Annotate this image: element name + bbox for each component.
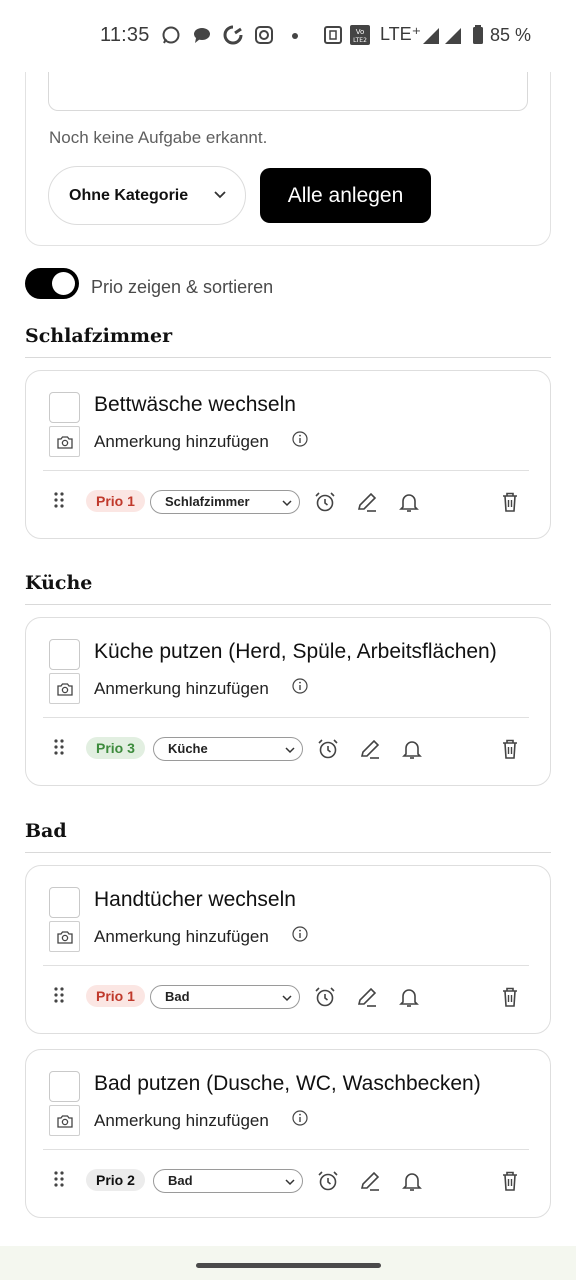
bell-icon[interactable] xyxy=(397,985,421,1009)
drag-handle-icon[interactable] xyxy=(54,1171,64,1187)
category-select[interactable]: Ohne Kategorie xyxy=(48,166,246,225)
signal-icon xyxy=(423,28,439,44)
info-icon[interactable] xyxy=(292,431,308,447)
card-divider xyxy=(43,717,529,718)
task-category-value: Schlafzimmer xyxy=(165,494,250,509)
task-card: Bettwäsche wechseln Anmerkung hinzufügen… xyxy=(25,370,551,539)
svg-text:LTE2: LTE2 xyxy=(353,37,367,44)
task-category-select[interactable]: Bad xyxy=(150,985,300,1009)
card-divider xyxy=(43,470,529,471)
recognition-hint: Noch keine Aufgabe erkannt. xyxy=(49,128,268,147)
dot-icon xyxy=(292,33,298,39)
alarm-icon[interactable] xyxy=(313,490,337,514)
camera-icon xyxy=(56,930,73,944)
section-title-bad: Bad xyxy=(25,820,67,842)
camera-button[interactable] xyxy=(49,673,80,704)
prio-badge[interactable]: Prio 1 xyxy=(86,985,145,1007)
section-divider xyxy=(25,357,551,358)
camera-button[interactable] xyxy=(49,921,80,952)
prio-badge[interactable]: Prio 2 xyxy=(86,1169,145,1191)
network-type: LTE⁺ xyxy=(380,24,422,44)
prio-badge[interactable]: Prio 1 xyxy=(86,490,145,512)
instagram-icon xyxy=(255,26,273,44)
trash-icon[interactable] xyxy=(498,985,522,1009)
volte-icon: VoLTE2 xyxy=(350,25,370,45)
chevron-down-icon xyxy=(285,1179,295,1186)
task-category-select[interactable]: Bad xyxy=(153,1169,303,1193)
info-icon[interactable] xyxy=(292,926,308,942)
trash-icon[interactable] xyxy=(498,490,522,514)
task-category-select[interactable]: Küche xyxy=(153,737,303,761)
edit-icon[interactable] xyxy=(355,985,379,1009)
edit-icon[interactable] xyxy=(355,490,379,514)
trash-icon[interactable] xyxy=(498,1169,522,1193)
bell-icon[interactable] xyxy=(397,490,421,514)
create-all-button[interactable]: Alle anlegen xyxy=(260,168,431,223)
signal-icon-2 xyxy=(445,28,461,44)
info-icon[interactable] xyxy=(292,678,308,694)
task-card: Bad putzen (Dusche, WC, Waschbecken) Anm… xyxy=(25,1049,551,1218)
alarm-icon[interactable] xyxy=(313,985,337,1009)
drag-handle-icon[interactable] xyxy=(54,739,64,755)
task-category-select[interactable]: Schlafzimmer xyxy=(150,490,300,514)
task-category-value: Bad xyxy=(165,989,190,1004)
status-bar: 11:35 Vo LTE2 LTE⁺ 85 % xyxy=(0,0,576,72)
add-note-link[interactable]: Anmerkung hinzufügen xyxy=(94,1111,269,1131)
prio-badge[interactable]: Prio 3 xyxy=(86,737,145,759)
home-indicator[interactable] xyxy=(196,1263,381,1268)
info-icon[interactable] xyxy=(292,1110,308,1126)
sync-icon xyxy=(223,25,243,45)
camera-button[interactable] xyxy=(49,1105,80,1136)
section-divider xyxy=(25,852,551,853)
task-card: Küche putzen (Herd, Spüle, Arbeitsfläche… xyxy=(25,617,551,786)
drag-handle-icon[interactable] xyxy=(54,987,64,1003)
task-title[interactable]: Küche putzen (Herd, Spüle, Arbeitsfläche… xyxy=(94,640,497,664)
task-checkbox[interactable] xyxy=(49,392,80,423)
camera-icon xyxy=(56,682,73,696)
task-checkbox[interactable] xyxy=(49,1071,80,1102)
drag-handle-icon[interactable] xyxy=(54,492,64,508)
battery-icon xyxy=(473,25,483,44)
task-title[interactable]: Handtücher wechseln xyxy=(94,888,296,912)
add-note-link[interactable]: Anmerkung hinzufügen xyxy=(94,679,269,699)
camera-button[interactable] xyxy=(49,426,80,457)
toggle-knob xyxy=(52,272,75,295)
section-title-kueche: Küche xyxy=(25,572,93,594)
task-checkbox[interactable] xyxy=(49,887,80,918)
chat-icon xyxy=(194,28,210,43)
add-note-link[interactable]: Anmerkung hinzufügen xyxy=(94,927,269,947)
bell-icon[interactable] xyxy=(400,737,424,761)
section-title-schlafzimmer: Schlafzimmer xyxy=(25,325,173,347)
camera-icon xyxy=(56,1114,73,1128)
battery-percentage: 85 % xyxy=(490,25,532,45)
camera-icon xyxy=(56,435,73,449)
nfc-icon xyxy=(324,26,342,44)
alarm-icon[interactable] xyxy=(316,1169,340,1193)
bell-icon[interactable] xyxy=(400,1169,424,1193)
task-category-value: Bad xyxy=(168,1173,193,1188)
category-select-value: Ohne Kategorie xyxy=(69,186,189,204)
task-category-value: Küche xyxy=(168,741,208,756)
task-title[interactable]: Bad putzen (Dusche, WC, Waschbecken) xyxy=(94,1072,481,1096)
card-divider xyxy=(43,965,529,966)
edit-icon[interactable] xyxy=(358,1169,382,1193)
chevron-down-icon xyxy=(282,995,292,1002)
alarm-icon[interactable] xyxy=(316,737,340,761)
add-note-link[interactable]: Anmerkung hinzufügen xyxy=(94,432,269,452)
section-divider xyxy=(25,604,551,605)
svg-text:Vo: Vo xyxy=(356,28,365,36)
trash-icon[interactable] xyxy=(498,737,522,761)
task-title[interactable]: Bettwäsche wechseln xyxy=(94,393,296,417)
chevron-down-icon xyxy=(282,500,292,507)
prio-toggle-label: Prio zeigen & sortieren xyxy=(91,277,274,297)
status-time: 11:35 xyxy=(100,24,150,46)
prio-toggle[interactable] xyxy=(25,268,79,299)
whatsapp-icon xyxy=(162,26,180,44)
edit-icon[interactable] xyxy=(358,737,382,761)
task-checkbox[interactable] xyxy=(49,639,80,670)
card-divider xyxy=(43,1149,529,1150)
chevron-down-icon xyxy=(214,191,226,199)
chevron-down-icon xyxy=(285,747,295,754)
task-card: Handtücher wechseln Anmerkung hinzufügen… xyxy=(25,865,551,1034)
